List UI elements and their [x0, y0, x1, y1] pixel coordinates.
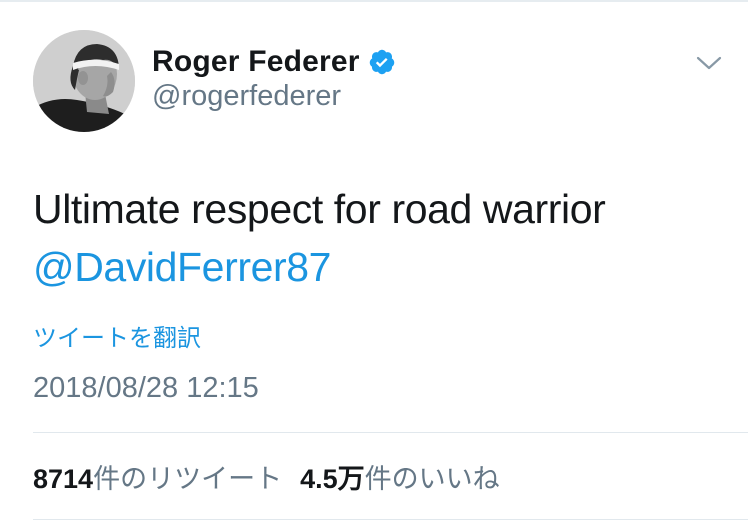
translate-tweet-link[interactable]: ツイートを翻訳: [33, 318, 201, 353]
retweet-label: 件のリツイート: [93, 464, 283, 494]
author-row: Roger Federer: [152, 42, 396, 82]
like-stat[interactable]: 4.5万件のいいね: [300, 464, 500, 494]
verified-badge-icon: [368, 48, 396, 76]
top-divider: [0, 0, 748, 2]
tweet-detail: Roger Federer @rogerfederer Ultimate res…: [0, 0, 748, 526]
like-count: 4.5万: [300, 464, 365, 494]
tweet-text: Ultimate respect for road warrior @David…: [33, 180, 723, 296]
avatar[interactable]: [33, 30, 135, 132]
avatar-photo: [33, 30, 135, 132]
retweet-count: 8714: [33, 464, 94, 494]
user-handle[interactable]: @rogerfederer: [152, 80, 341, 113]
divider: [33, 519, 748, 520]
like-label: 件のいいね: [364, 464, 500, 494]
divider: [33, 432, 748, 433]
retweet-stat[interactable]: 8714件のリツイート: [33, 464, 282, 494]
tweet-timestamp: 2018/08/28 12:15: [33, 372, 259, 404]
display-name[interactable]: Roger Federer: [152, 45, 360, 79]
tweet-body: Ultimate respect for road warrior: [33, 186, 606, 232]
mention-link[interactable]: @DavidFerrer87: [33, 238, 723, 296]
tweet-stats: 8714件のリツイート 4.5万件のいいね: [33, 457, 500, 496]
chevron-down-icon[interactable]: [692, 48, 726, 78]
